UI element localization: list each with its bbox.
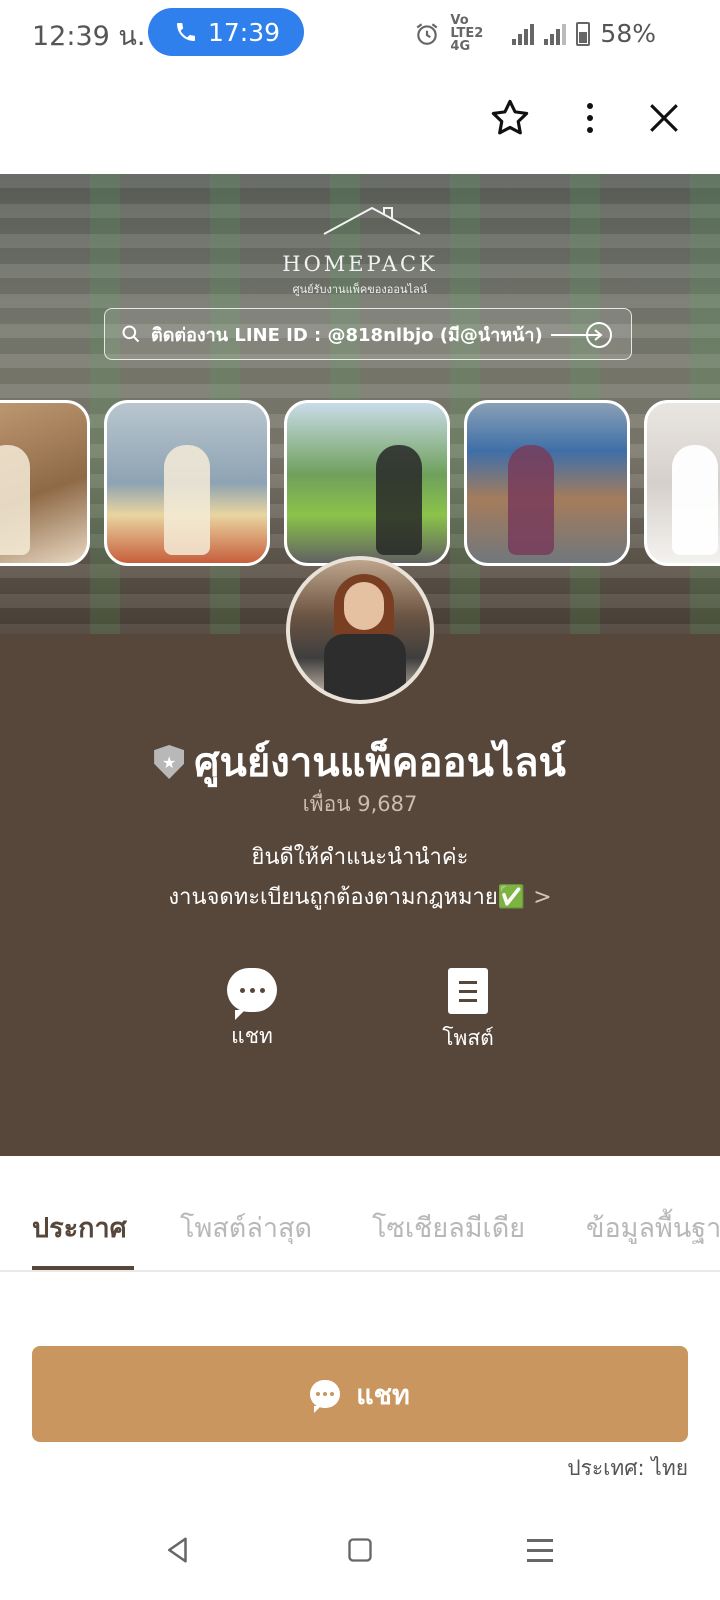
tab-latest-posts[interactable]: โพสต์ล่าสุด (180, 1206, 312, 1249)
tab-social-media[interactable]: โซเชียลมีเดีย (372, 1206, 525, 1249)
close-icon[interactable] (640, 94, 688, 142)
app-bar (0, 66, 720, 174)
profile-name-row: ★ ศูนย์งานแพ็คออนไลน์ (0, 730, 720, 794)
brand-name: HOMEPACK (282, 252, 438, 276)
profile-description[interactable]: ยินดีให้คำแนะนำนำค่ะ งานจดทะเบียนถูกต้อง… (0, 838, 720, 918)
cover-search-text: ติดต่องาน LINE ID : @818nlbjo (มี@นำหน้า… (151, 324, 543, 346)
cover-photo (464, 400, 630, 566)
status-bar: 12:39 น. 17:39 Vo LTE2 4G 58% (0, 0, 720, 66)
recents-menu-icon[interactable] (520, 1530, 560, 1570)
active-tab-indicator (32, 1266, 134, 1270)
ongoing-call-pill[interactable]: 17:39 (148, 8, 304, 56)
post-action-button[interactable]: โพสต์ (408, 968, 528, 1055)
signal-icon (512, 23, 535, 45)
post-document-icon (448, 968, 488, 1014)
tab-announcement[interactable]: ประกาศ (32, 1206, 127, 1249)
system-nav-bar (0, 1500, 720, 1600)
tab-bar: ประกาศ โพสต์ล่าสุด โซเชียลมีเดีย ข้อมูลพ… (0, 1156, 720, 1272)
star-outline-icon[interactable] (486, 94, 534, 142)
verified-shield-icon: ★ (154, 745, 185, 779)
home-icon[interactable] (340, 1530, 380, 1570)
brand-tagline: ศูนย์รับงานแพ็คของออนไลน์ (292, 283, 428, 296)
tab-basic-info[interactable]: ข้อมูลพื้นฐาน (586, 1206, 720, 1249)
phone-icon (177, 23, 195, 41)
cover-photo-strip (0, 400, 720, 566)
country-label: ประเทศ: ไทย (567, 1456, 688, 1480)
search-icon (122, 325, 140, 343)
profile-name: ศูนย์งานแพ็คออนไลน์ (194, 740, 566, 786)
chat-action-button[interactable]: แชท (192, 968, 312, 1053)
description-line: งานจดทะเบียนถูกต้องตามกฎหมาย✅ (168, 885, 526, 910)
signal-2-icon (544, 23, 567, 45)
chat-button-label: แชท (356, 1379, 410, 1411)
call-duration: 17:39 (208, 17, 281, 47)
cover-photo (0, 400, 90, 566)
profile-avatar[interactable] (286, 556, 434, 704)
cover-photo (104, 400, 270, 566)
more-vertical-icon[interactable] (566, 94, 614, 142)
back-icon[interactable] (158, 1530, 198, 1570)
status-time: 12:39 น. (32, 21, 146, 52)
cover-photo (644, 400, 720, 566)
house-roof-logo-icon (323, 206, 421, 235)
arrow-right-icon (551, 322, 612, 348)
battery-percent: 58% (600, 19, 656, 48)
battery-icon (576, 21, 591, 46)
chat-action-label: แชท (231, 1024, 273, 1048)
chevron-right-icon: > (533, 885, 552, 910)
cover-photo (284, 400, 450, 566)
status-icons: Vo LTE2 4G 58% (414, 14, 656, 53)
cover-search-banner: ติดต่องาน LINE ID : @818nlbjo (มี@นำหน้า… (104, 308, 632, 360)
alarm-icon (417, 22, 438, 45)
chat-bubble-icon (310, 1380, 341, 1413)
post-action-label: โพสต์ (442, 1026, 494, 1050)
description-line: ยินดีให้คำแนะนำนำค่ะ (251, 845, 469, 870)
friend-count: เพื่อน 9,687 (302, 792, 418, 816)
network-type-label: Vo LTE2 4G (450, 13, 484, 54)
chat-bubble-icon (227, 968, 277, 1020)
chat-button[interactable]: แชท (32, 1346, 688, 1442)
